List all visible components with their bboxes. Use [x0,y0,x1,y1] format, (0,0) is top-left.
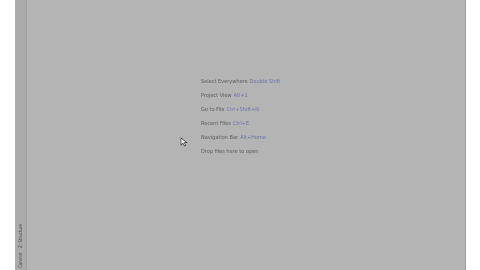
hint-recent-files: Recent Files Ctrl+E [201,120,280,134]
right-tool-window-bar [465,0,480,270]
empty-editor-hints: Select Everywhere Double Shift Project Vi… [201,78,280,162]
ide-window: Z: Structure Commit Select Everywhere Dou… [0,0,480,270]
hint-project-view: Project View Alt+1 [201,92,280,106]
tool-tab-structure[interactable]: Z: Structure [15,222,26,250]
tool-tab-commit[interactable]: Commit [15,252,26,268]
hint-label: Project View [201,93,232,99]
hint-label: Select Everywhere [201,79,248,85]
hint-search-everywhere: Select Everywhere Double Shift [201,78,280,92]
hint-label: Navigation Bar [201,135,239,141]
hint-shortcut: Alt+1 [233,93,248,99]
hint-label: Recent Files [201,121,231,127]
hint-shortcut: Double Shift [249,79,281,85]
hint-shortcut: Alt+Home [240,135,266,141]
hint-label: Drop files here to open [201,149,259,155]
hint-label: Go to File [201,107,225,113]
hint-drop-files: Drop files here to open [201,148,280,162]
window-edge [0,0,15,270]
hint-navigation-bar: Navigation Bar Alt+Home [201,134,280,148]
hint-shortcut: Ctrl+Shift+N [226,107,259,113]
hint-go-to-file: Go to File Ctrl+Shift+N [201,106,280,120]
mouse-pointer-icon [180,137,188,147]
hint-shortcut: Ctrl+E [232,121,250,127]
